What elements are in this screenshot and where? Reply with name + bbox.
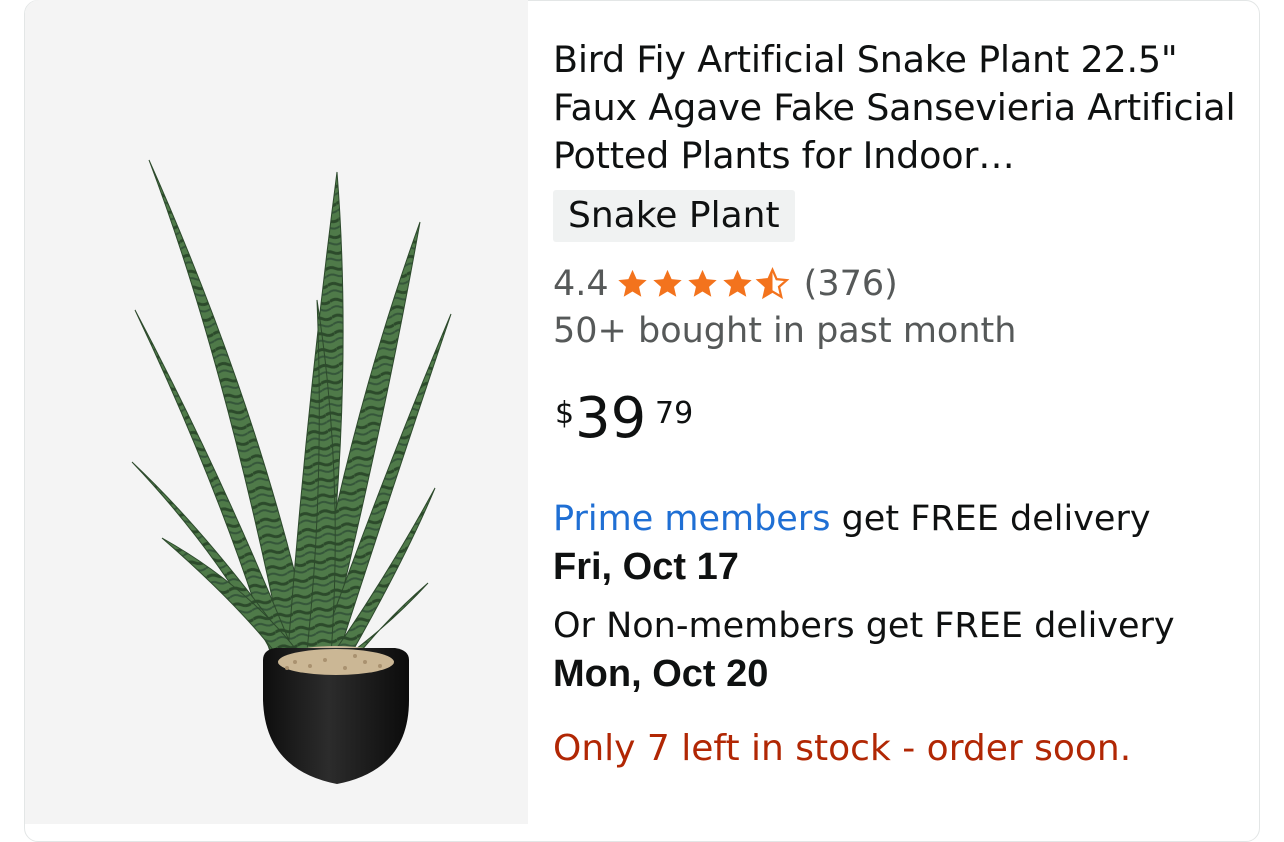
price-currency: $ [555,396,575,431]
product-title[interactable]: Bird Fiy Artificial Snake Plant 22.5" Fa… [553,36,1243,180]
bought-past-month: 50+ bought in past month [553,311,1017,351]
nonmember-delivery: Or Non-members get FREE delivery Mon, Oc… [553,602,1243,699]
stock-warning: Only 7 left in stock - order soon. [553,728,1132,769]
review-count[interactable]: (376) [804,264,898,304]
rating-row[interactable]: 4.4 (376) [553,260,1243,308]
star-icon [685,267,720,301]
star-icon [650,267,685,301]
product-image[interactable] [25,0,528,824]
prime-delivery-text: get FREE delivery [830,499,1151,539]
nonmember-delivery-date: Mon, Oct 20 [553,653,769,695]
star-icon [720,267,755,301]
star-icon [615,267,650,301]
price-fraction: 79 [655,396,694,431]
nonmember-delivery-text: Or Non-members get FREE delivery [553,606,1175,646]
rating-stars[interactable] [615,267,790,301]
rating-value: 4.4 [553,264,609,304]
price: $ 39 79 [553,386,1243,464]
product-info: Bird Fiy Artificial Snake Plant 22.5" Fa… [553,36,1243,773]
prime-delivery-date: Fri, Oct 17 [553,546,739,588]
variant-badge: Snake Plant [553,190,795,242]
prime-members-link[interactable]: Prime members [553,499,830,539]
snake-plant-image [131,159,452,784]
star-half-icon [755,267,790,301]
price-whole: 39 [575,386,647,451]
prime-delivery: Prime members get FREE delivery Fri, Oct… [553,495,1243,592]
